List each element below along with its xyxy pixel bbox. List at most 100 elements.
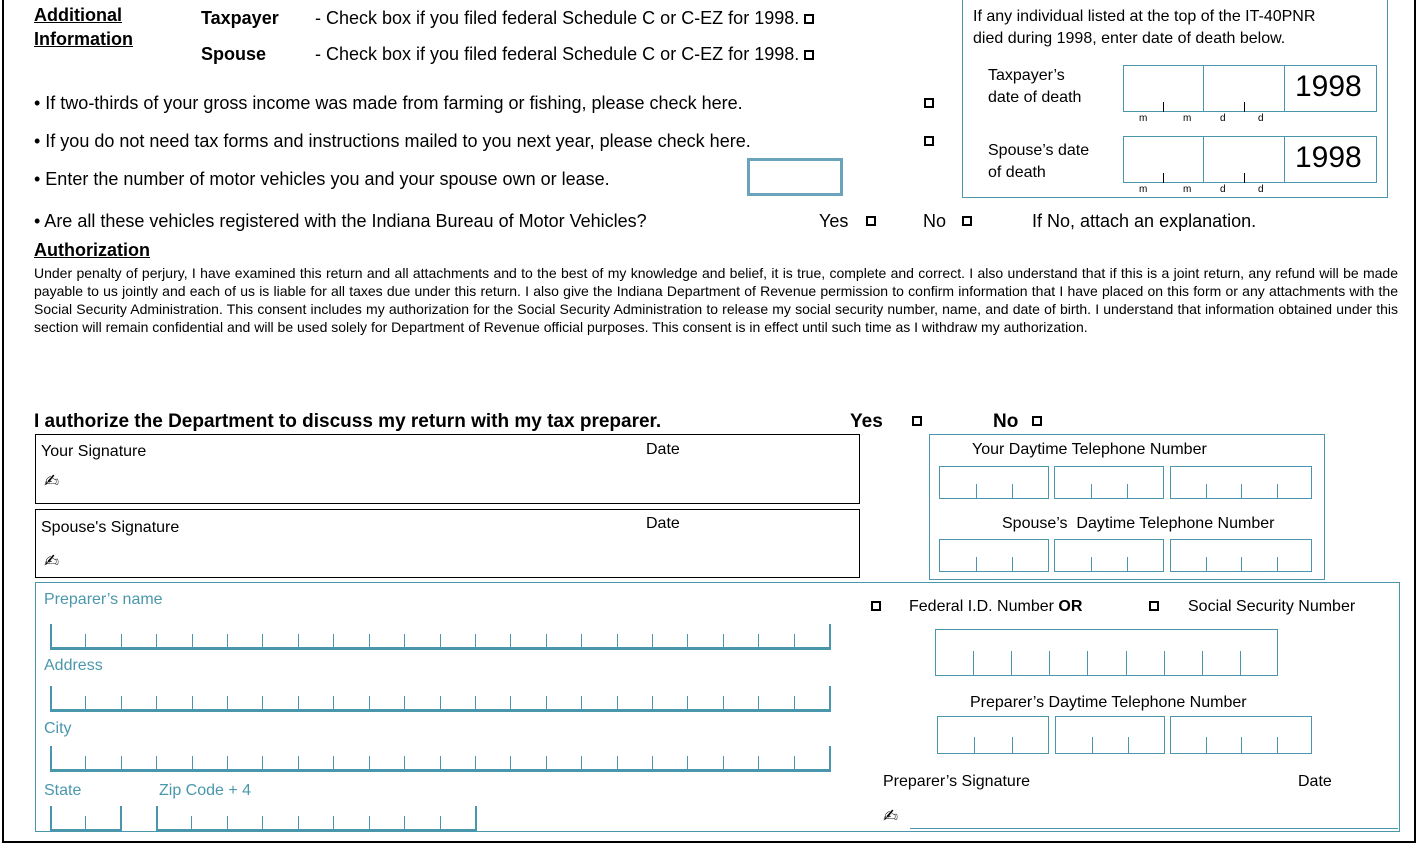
preparer-auth-yes: Yes <box>850 411 883 432</box>
month-label: m <box>1139 113 1148 124</box>
preparer-auth-yes-checkbox[interactable] <box>912 416 922 426</box>
comb-tick <box>50 806 52 832</box>
comb-tick <box>651 756 653 772</box>
comb-tick <box>581 696 583 712</box>
spouse-label: Spouse <box>201 44 267 64</box>
preparer-city-label: City <box>44 720 72 737</box>
spouse-signature-label: Spouse's Signature <box>41 519 180 536</box>
preparer-id-field[interactable] <box>935 629 1278 676</box>
registered-yes-checkbox[interactable] <box>866 216 876 226</box>
spouse-death-label: Spouse’s date of death <box>988 142 1090 181</box>
farming-checkbox[interactable] <box>924 98 934 108</box>
comb-tick <box>50 624 52 650</box>
comb-tick <box>581 756 583 772</box>
comb-tick <box>85 696 87 712</box>
digit-divider <box>975 484 977 499</box>
digit-divider <box>1012 557 1014 572</box>
comb-tick <box>722 634 724 650</box>
digit-divider <box>1090 484 1092 499</box>
digit-divider <box>1205 736 1207 754</box>
digit-divider <box>1201 651 1203 676</box>
comb-tick <box>120 696 122 712</box>
comb-tick <box>616 756 618 772</box>
vehicles-count-input[interactable] <box>747 158 843 196</box>
your-signature-date-label: Date <box>646 441 680 458</box>
your-signature-label: Your Signature <box>41 443 147 460</box>
comb-tick <box>510 696 512 712</box>
comb-tick <box>333 634 335 650</box>
comb-tick <box>297 634 299 650</box>
digit-divider <box>1128 736 1130 754</box>
taxpayer-schedule-checkbox[interactable] <box>804 14 815 25</box>
digit-divider <box>1205 557 1207 572</box>
comb-tick <box>829 746 831 772</box>
digit-divider <box>1049 651 1051 676</box>
digit-divider <box>1125 651 1127 676</box>
comb-tick <box>333 756 335 772</box>
comb-tick <box>226 816 228 832</box>
digit-divider <box>1090 557 1092 572</box>
comb-tick <box>404 634 406 650</box>
spouse-signature-date-label: Date <box>646 515 680 532</box>
your-signature-box[interactable] <box>35 434 860 504</box>
digit-divider <box>1091 736 1093 754</box>
digit-group[interactable] <box>1054 539 1164 572</box>
preparer-phone-label: Preparer’s Daytime Telephone Number <box>970 694 1247 711</box>
additional-heading: Additional Information <box>34 5 133 49</box>
digit-divider <box>1241 557 1242 572</box>
comb-tick <box>333 696 335 712</box>
spouse-schedule-checkbox[interactable] <box>804 50 815 61</box>
taxpayer-death-year: 1998 <box>1295 70 1362 103</box>
comb-tick <box>120 756 122 772</box>
digit-group[interactable] <box>939 539 1049 572</box>
comb-tick <box>829 624 831 650</box>
pen-icon: ✍ <box>44 471 60 491</box>
ssn-label: Social Security Number <box>1188 598 1356 615</box>
comb-tick <box>120 806 122 832</box>
federal-id-checkbox[interactable] <box>871 601 881 611</box>
comb-tick <box>191 696 193 712</box>
comb-tick <box>545 696 547 712</box>
comb-tick <box>297 756 299 772</box>
digit-group[interactable] <box>1055 716 1165 754</box>
comb-tick <box>793 696 795 712</box>
preparer-signature-line[interactable] <box>910 828 1398 829</box>
comb-tick <box>404 816 406 832</box>
comb-tick <box>758 634 760 650</box>
no-forms-checkbox[interactable] <box>924 136 934 146</box>
vehicles-text: • Enter the number of motor vehicles you… <box>34 169 610 189</box>
pen-icon: ✍ <box>44 551 60 571</box>
explain-text: If No, attach an explanation. <box>1032 211 1257 231</box>
digit-divider <box>1276 736 1278 754</box>
registered-no-checkbox[interactable] <box>962 216 972 226</box>
month-label: m <box>1139 184 1148 195</box>
day-label: d <box>1220 184 1226 195</box>
comb-tick <box>439 816 441 832</box>
digit-group[interactable] <box>1054 466 1164 499</box>
digit-group[interactable] <box>939 466 1049 499</box>
registered-text: • Are all these vehicles registered with… <box>34 211 647 231</box>
taxpayer-label: Taxpayer <box>201 8 279 28</box>
comb-tick <box>191 634 193 650</box>
digit-divider <box>1127 557 1129 572</box>
registered-no: No <box>923 211 947 231</box>
comb-tick <box>475 806 477 832</box>
preparer-signature-label: Preparer’s Signature <box>883 773 1031 790</box>
comb-baseline <box>156 829 475 832</box>
preparer-zip-label: Zip Code + 4 <box>159 782 252 799</box>
digit-divider <box>1011 651 1013 676</box>
comb-tick <box>50 746 52 772</box>
comb-tick <box>368 816 370 832</box>
digit-divider <box>1241 484 1242 499</box>
comb-tick <box>474 756 476 772</box>
day-label: d <box>1258 113 1264 124</box>
comb-tick <box>758 756 760 772</box>
ssn-checkbox[interactable] <box>1149 601 1159 611</box>
your-phone-label: Your Daytime Telephone Number <box>972 441 1207 458</box>
comb-tick <box>262 696 264 712</box>
digit-group[interactable] <box>937 716 1049 754</box>
preparer-auth-no-checkbox[interactable] <box>1032 416 1042 426</box>
month-label: m <box>1183 113 1192 124</box>
digit-divider <box>1163 651 1165 676</box>
spouse-schedule-text: - Check box if you filed federal Schedul… <box>315 44 815 65</box>
